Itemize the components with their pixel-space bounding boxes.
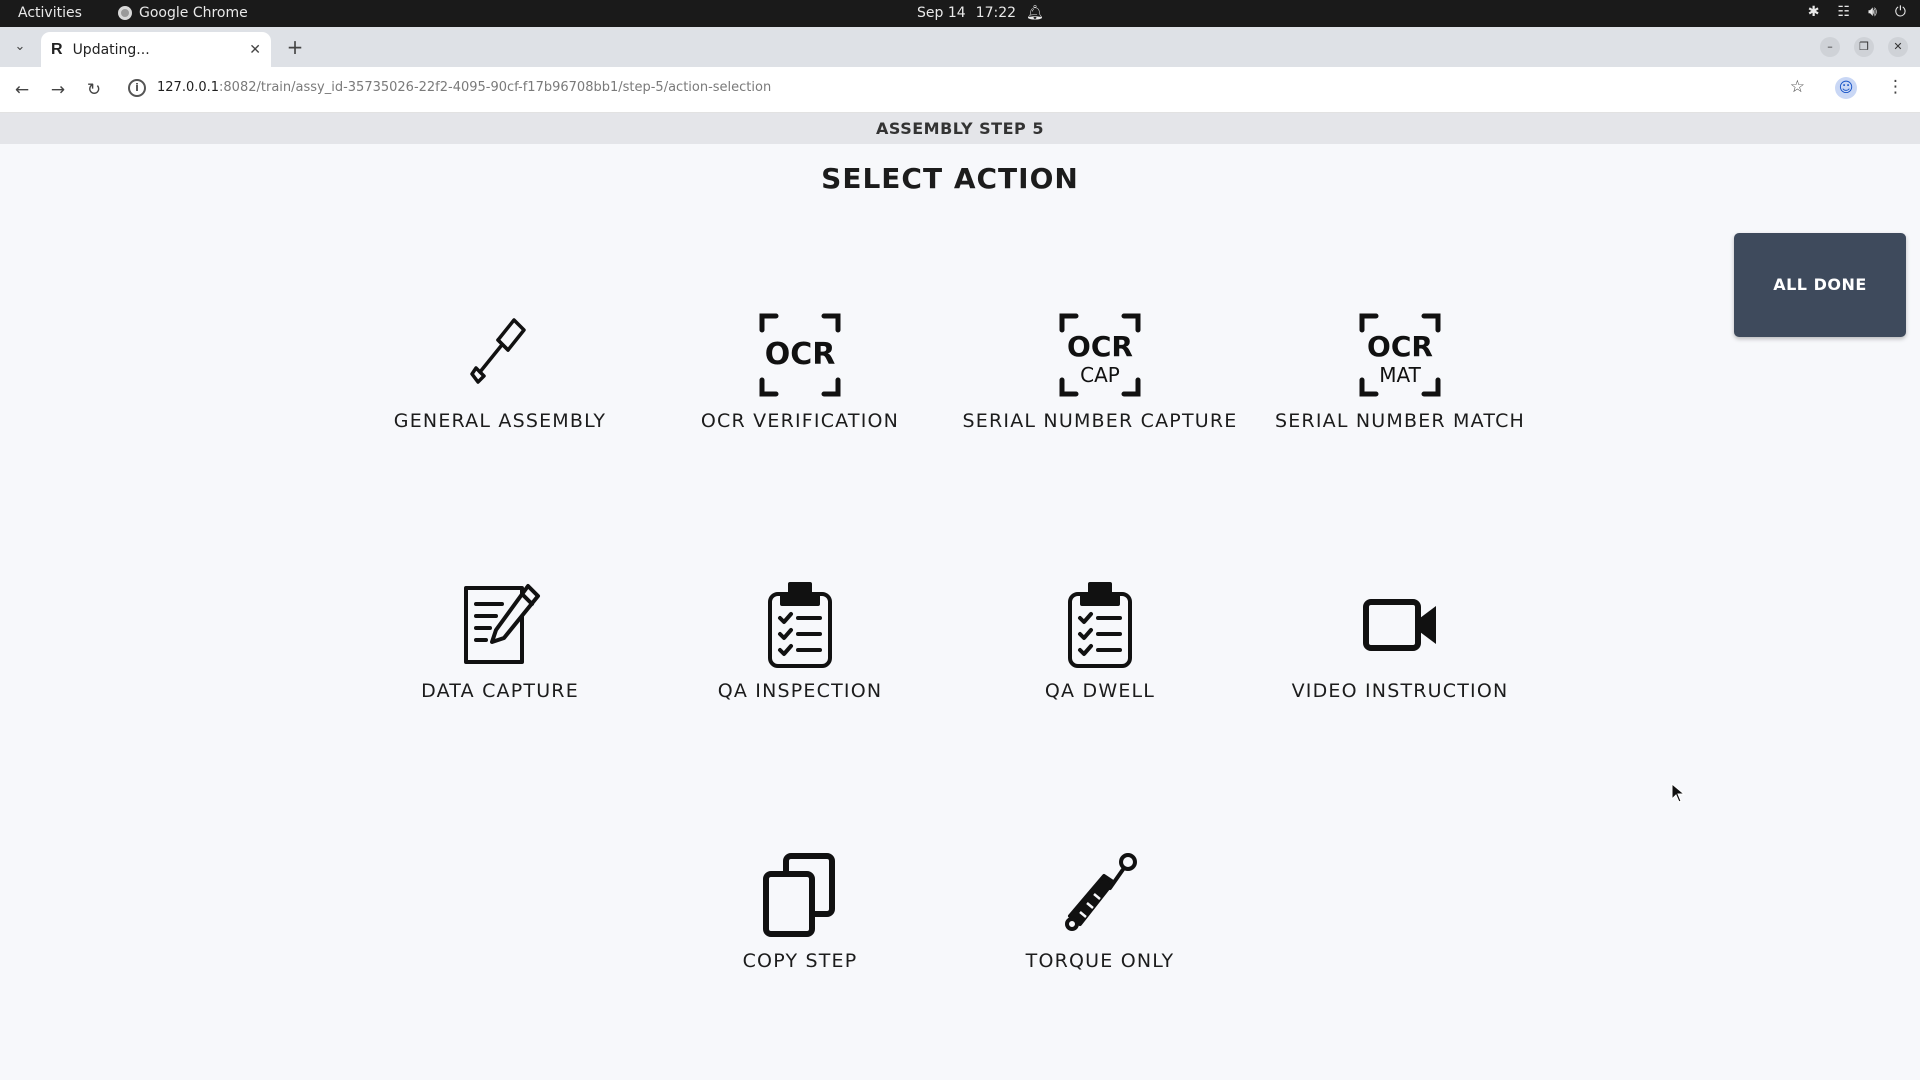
- favicon-icon: R: [51, 40, 63, 58]
- bookmark-star-icon[interactable]: ☆: [1790, 77, 1805, 99]
- accessibility-icon[interactable]: ✱: [1808, 4, 1820, 20]
- power-icon[interactable]: ⏻: [1895, 4, 1906, 20]
- menu-kebab-icon[interactable]: ⋮: [1887, 77, 1904, 99]
- volume-icon[interactable]: 🔊︎: [1868, 4, 1877, 20]
- torque-wrench-icon: [1050, 850, 1150, 940]
- clock[interactable]: Sep 14 17:22 🔔︎: [917, 5, 1044, 21]
- action-label: VIDEO INSTRUCTION: [1291, 680, 1509, 702]
- system-tray[interactable]: ✱ ☷ 🔊︎ ⏻: [1808, 4, 1906, 20]
- clipboard-checklist-icon: [1050, 580, 1150, 670]
- ocr-cap-icon-text: OCR: [1067, 330, 1133, 363]
- network-icon[interactable]: ☷: [1838, 4, 1851, 20]
- ocr-icon-text: OCR: [765, 337, 836, 372]
- system-top-bar: Activities Google Chrome Sep 14 17:22 🔔︎…: [0, 0, 1920, 27]
- action-label: QA INSPECTION: [717, 680, 883, 702]
- action-label: QA DWELL: [1044, 680, 1156, 702]
- tab-title: Updating...: [72, 41, 150, 58]
- ocr-icon: OCR: [750, 310, 850, 400]
- notification-bell-icon: 🔔︎: [1026, 5, 1044, 21]
- reload-icon[interactable]: ↻: [83, 79, 105, 101]
- ocr-cap-icon-subtext: CAP: [1080, 363, 1120, 387]
- action-label: COPY STEP: [742, 950, 858, 972]
- activities-button[interactable]: Activities: [18, 5, 82, 21]
- copy-icon: [750, 850, 850, 940]
- app-name: Google Chrome: [139, 5, 248, 21]
- action-label: SERIAL NUMBER MATCH: [1274, 410, 1526, 432]
- edit-document-icon: [450, 580, 550, 670]
- ocr-mat-icon-subtext: MAT: [1379, 363, 1421, 387]
- ocr-mat-icon: OCR MAT: [1350, 310, 1450, 400]
- action-data-capture[interactable]: DATA CAPTURE: [350, 580, 650, 730]
- action-label: SERIAL NUMBER CAPTURE: [962, 410, 1238, 432]
- screwdriver-icon: [450, 310, 550, 400]
- action-label: TORQUE ONLY: [1025, 950, 1175, 972]
- action-serial-number-capture[interactable]: OCR CAP SERIAL NUMBER CAPTURE: [950, 310, 1250, 460]
- action-ocr-verification[interactable]: OCR OCR VERIFICATION: [650, 310, 950, 460]
- forward-arrow-icon[interactable]: →: [47, 79, 69, 101]
- clock-date: Sep 14: [917, 5, 966, 21]
- tab-close-icon[interactable]: ✕: [249, 42, 261, 58]
- url-path: :8082/train/assy_id-35735026-22f2-4095-9…: [219, 80, 772, 95]
- video-camera-icon: [1350, 580, 1450, 670]
- new-tab-plus-icon[interactable]: +: [282, 35, 308, 61]
- action-qa-dwell[interactable]: QA DWELL: [950, 580, 1250, 730]
- clock-time: 17:22: [975, 5, 1017, 21]
- action-label: DATA CAPTURE: [421, 680, 579, 702]
- site-info-icon[interactable]: i: [128, 79, 146, 97]
- all-done-button[interactable]: ALL DONE: [1734, 233, 1906, 337]
- action-label: OCR VERIFICATION: [700, 410, 900, 432]
- action-torque-only[interactable]: TORQUE ONLY: [950, 850, 1250, 1000]
- ocr-mat-icon-text: OCR: [1367, 330, 1433, 363]
- ocr-cap-icon: OCR CAP: [1050, 310, 1150, 400]
- action-general-assembly[interactable]: GENERAL ASSEMBLY: [350, 310, 650, 460]
- assembly-step-header: ASSEMBLY STEP 5: [0, 113, 1920, 144]
- close-window-icon[interactable]: ✕: [1888, 37, 1908, 57]
- app-menu[interactable]: Google Chrome: [118, 5, 248, 21]
- window-controls: – ❐ ✕: [1820, 37, 1908, 57]
- minimize-icon[interactable]: –: [1820, 37, 1840, 57]
- mouse-cursor-icon: [1671, 783, 1685, 803]
- chrome-icon: [118, 6, 132, 20]
- address-bar[interactable]: 127.0.0.1:8082/train/assy_id-35735026-22…: [157, 80, 771, 95]
- action-serial-number-match[interactable]: OCR MAT SERIAL NUMBER MATCH: [1250, 310, 1550, 460]
- maximize-icon[interactable]: ❐: [1854, 37, 1874, 57]
- browser-tab-active[interactable]: R Updating... ✕: [41, 32, 271, 67]
- browser-toolbar: ← → ↻ i 127.0.0.1:8082/train/assy_id-357…: [0, 67, 1920, 113]
- page-title: SELECT ACTION: [821, 162, 1079, 195]
- action-qa-inspection[interactable]: QA INSPECTION: [650, 580, 950, 730]
- toolbar-right-controls: ☆ ☺ ⋮: [1790, 77, 1904, 99]
- action-copy-step[interactable]: COPY STEP: [650, 850, 950, 1000]
- url-host: 127.0.0.1: [157, 80, 220, 95]
- clipboard-checklist-icon: [750, 580, 850, 670]
- browser-tab-strip: ⌄ R Updating... ✕ + – ❐ ✕: [0, 27, 1920, 67]
- action-label: GENERAL ASSEMBLY: [393, 410, 607, 432]
- tab-search-chevron-icon[interactable]: ⌄: [8, 35, 32, 59]
- back-arrow-icon[interactable]: ←: [11, 79, 33, 101]
- profile-avatar-icon[interactable]: ☺: [1835, 77, 1857, 99]
- action-video-instruction[interactable]: VIDEO INSTRUCTION: [1250, 580, 1550, 730]
